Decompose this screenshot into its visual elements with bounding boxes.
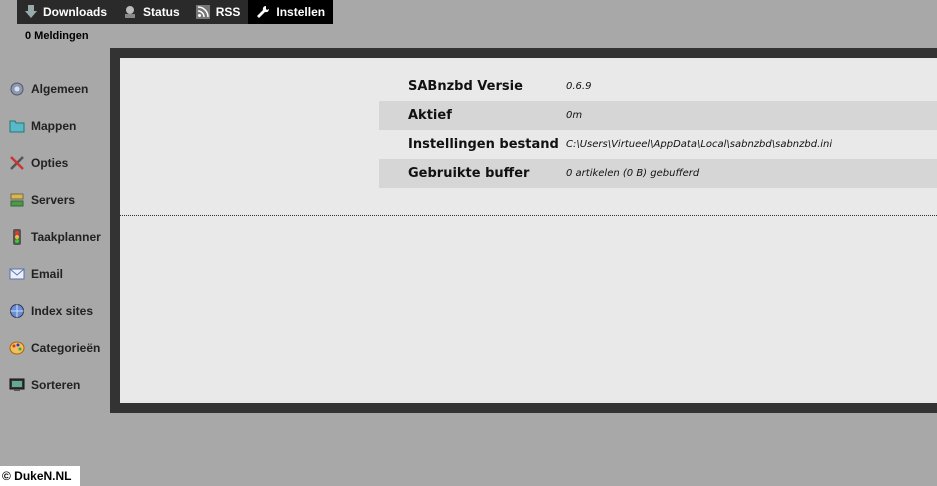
nav-status[interactable]: Status (115, 0, 188, 24)
info-value: 0m (566, 110, 583, 121)
table-row: Instellingen bestand C:\Users\Virtueel\A… (379, 130, 937, 159)
nav-downloads-label: Downloads (43, 5, 108, 19)
tools-icon (8, 154, 25, 171)
status-icon (123, 5, 137, 19)
sidebar-item-opties[interactable]: Opties (0, 144, 110, 181)
server-icon (8, 191, 25, 208)
sidebar-item-label: Algemeen (31, 81, 89, 96)
nav-rss-label: RSS (215, 5, 241, 19)
sidebar: Algemeen Mappen Opties Servers Taakplann… (0, 70, 110, 403)
info-key: Instellingen bestand (408, 137, 559, 152)
sidebar-item-index-sites[interactable]: Index sites (0, 292, 110, 329)
sort-icon (8, 376, 25, 393)
scheduler-icon (8, 228, 25, 245)
info-value: 0 artikelen (0 B) gebufferd (566, 168, 700, 179)
info-key: SABnzbd Versie (408, 79, 523, 94)
gear-icon (8, 80, 25, 97)
nav-instellen[interactable]: Instellen (248, 0, 334, 24)
sidebar-item-sorteren[interactable]: Sorteren (0, 366, 110, 403)
table-row: Gebruikte buffer 0 artikelen (0 B) gebuf… (379, 159, 937, 188)
table-row: SABnzbd Versie 0.6.9 (379, 72, 937, 101)
rss-icon (195, 5, 210, 19)
info-key: Aktief (408, 108, 452, 123)
sidebar-item-categorieen[interactable]: Categorieën (0, 329, 110, 366)
wrench-icon (256, 5, 270, 19)
folder-icon (8, 117, 25, 134)
divider (120, 215, 937, 216)
notifications-count[interactable]: 0 Meldingen (25, 30, 89, 42)
sidebar-item-label: Opties (31, 155, 69, 170)
sidebar-item-servers[interactable]: Servers (0, 181, 110, 218)
info-key: Gebruikte buffer (408, 166, 530, 181)
sidebar-item-label: Taakplanner (31, 229, 101, 244)
sidebar-item-algemeen[interactable]: Algemeen (0, 70, 110, 107)
info-value: 0.6.9 (566, 81, 592, 92)
sidebar-item-label: Index sites (31, 303, 94, 318)
download-icon (25, 5, 37, 19)
info-table: SABnzbd Versie 0.6.9 Aktief 0m Instellin… (379, 72, 937, 188)
sidebar-item-mappen[interactable]: Mappen (0, 107, 110, 144)
palette-icon (8, 339, 25, 356)
sidebar-item-label: Categorieën (31, 340, 101, 355)
copyright-watermark: © DukeN.NL (0, 466, 80, 486)
sidebar-item-email[interactable]: Email (0, 255, 110, 292)
nav-instellen-label: Instellen (276, 5, 326, 19)
sidebar-item-label: Servers (31, 192, 76, 207)
sidebar-item-label: Mappen (31, 118, 77, 133)
email-icon (8, 265, 25, 282)
main-content: SABnzbd Versie 0.6.9 Aktief 0m Instellin… (120, 58, 937, 403)
nav-downloads[interactable]: Downloads (17, 0, 115, 24)
info-value: C:\Users\Virtueel\AppData\Local\sabnzbd\… (566, 139, 833, 150)
main-panel: SABnzbd Versie 0.6.9 Aktief 0m Instellin… (110, 48, 937, 413)
nav-rss[interactable]: RSS (188, 0, 249, 24)
sidebar-item-taakplanner[interactable]: Taakplanner (0, 218, 110, 255)
top-navigation: Downloads Status RSS Instellen (17, 0, 334, 24)
globe-icon (8, 302, 25, 319)
nav-status-label: Status (143, 5, 180, 19)
sidebar-item-label: Sorteren (31, 377, 81, 392)
table-row: Aktief 0m (379, 101, 937, 130)
sidebar-item-label: Email (31, 266, 64, 281)
